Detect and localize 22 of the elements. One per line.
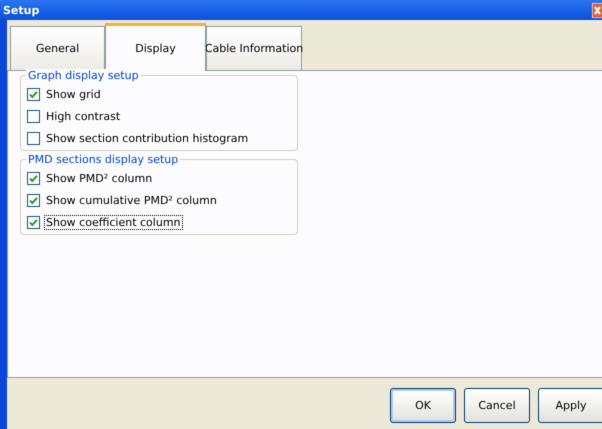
- checkbox[interactable]: [27, 194, 40, 206]
- checkbox[interactable]: [27, 88, 40, 100]
- group-title: PMD sections display setup: [26, 153, 180, 166]
- checkbox[interactable]: [27, 172, 40, 184]
- checkbox-label[interactable]: High contrast: [44, 108, 122, 124]
- checkbox[interactable]: [27, 110, 40, 122]
- checkbox-label[interactable]: Show cumulative PMD² column: [44, 192, 219, 208]
- checkbox[interactable]: [27, 216, 40, 228]
- checkbox-label[interactable]: Show section contribution histogram: [44, 130, 250, 146]
- tab[interactable]: General: [10, 26, 105, 70]
- checkbox-label[interactable]: Show coefficient column: [44, 214, 183, 230]
- tab[interactable]: Display: [105, 23, 206, 71]
- dialog-button[interactable]: Cancel: [464, 388, 530, 423]
- close-icon[interactable]: [592, 2, 602, 18]
- group-title: Graph display setup: [26, 69, 141, 82]
- checkbox-label[interactable]: Show grid: [44, 86, 103, 102]
- checkbox-label[interactable]: Show PMD² column: [44, 170, 154, 186]
- checkbox[interactable]: [27, 132, 40, 144]
- tab[interactable]: Cable Information: [206, 26, 302, 70]
- window-title: Setup: [3, 4, 40, 16]
- dialog-button[interactable]: OK: [390, 388, 456, 423]
- dialog-button[interactable]: Apply: [538, 388, 602, 423]
